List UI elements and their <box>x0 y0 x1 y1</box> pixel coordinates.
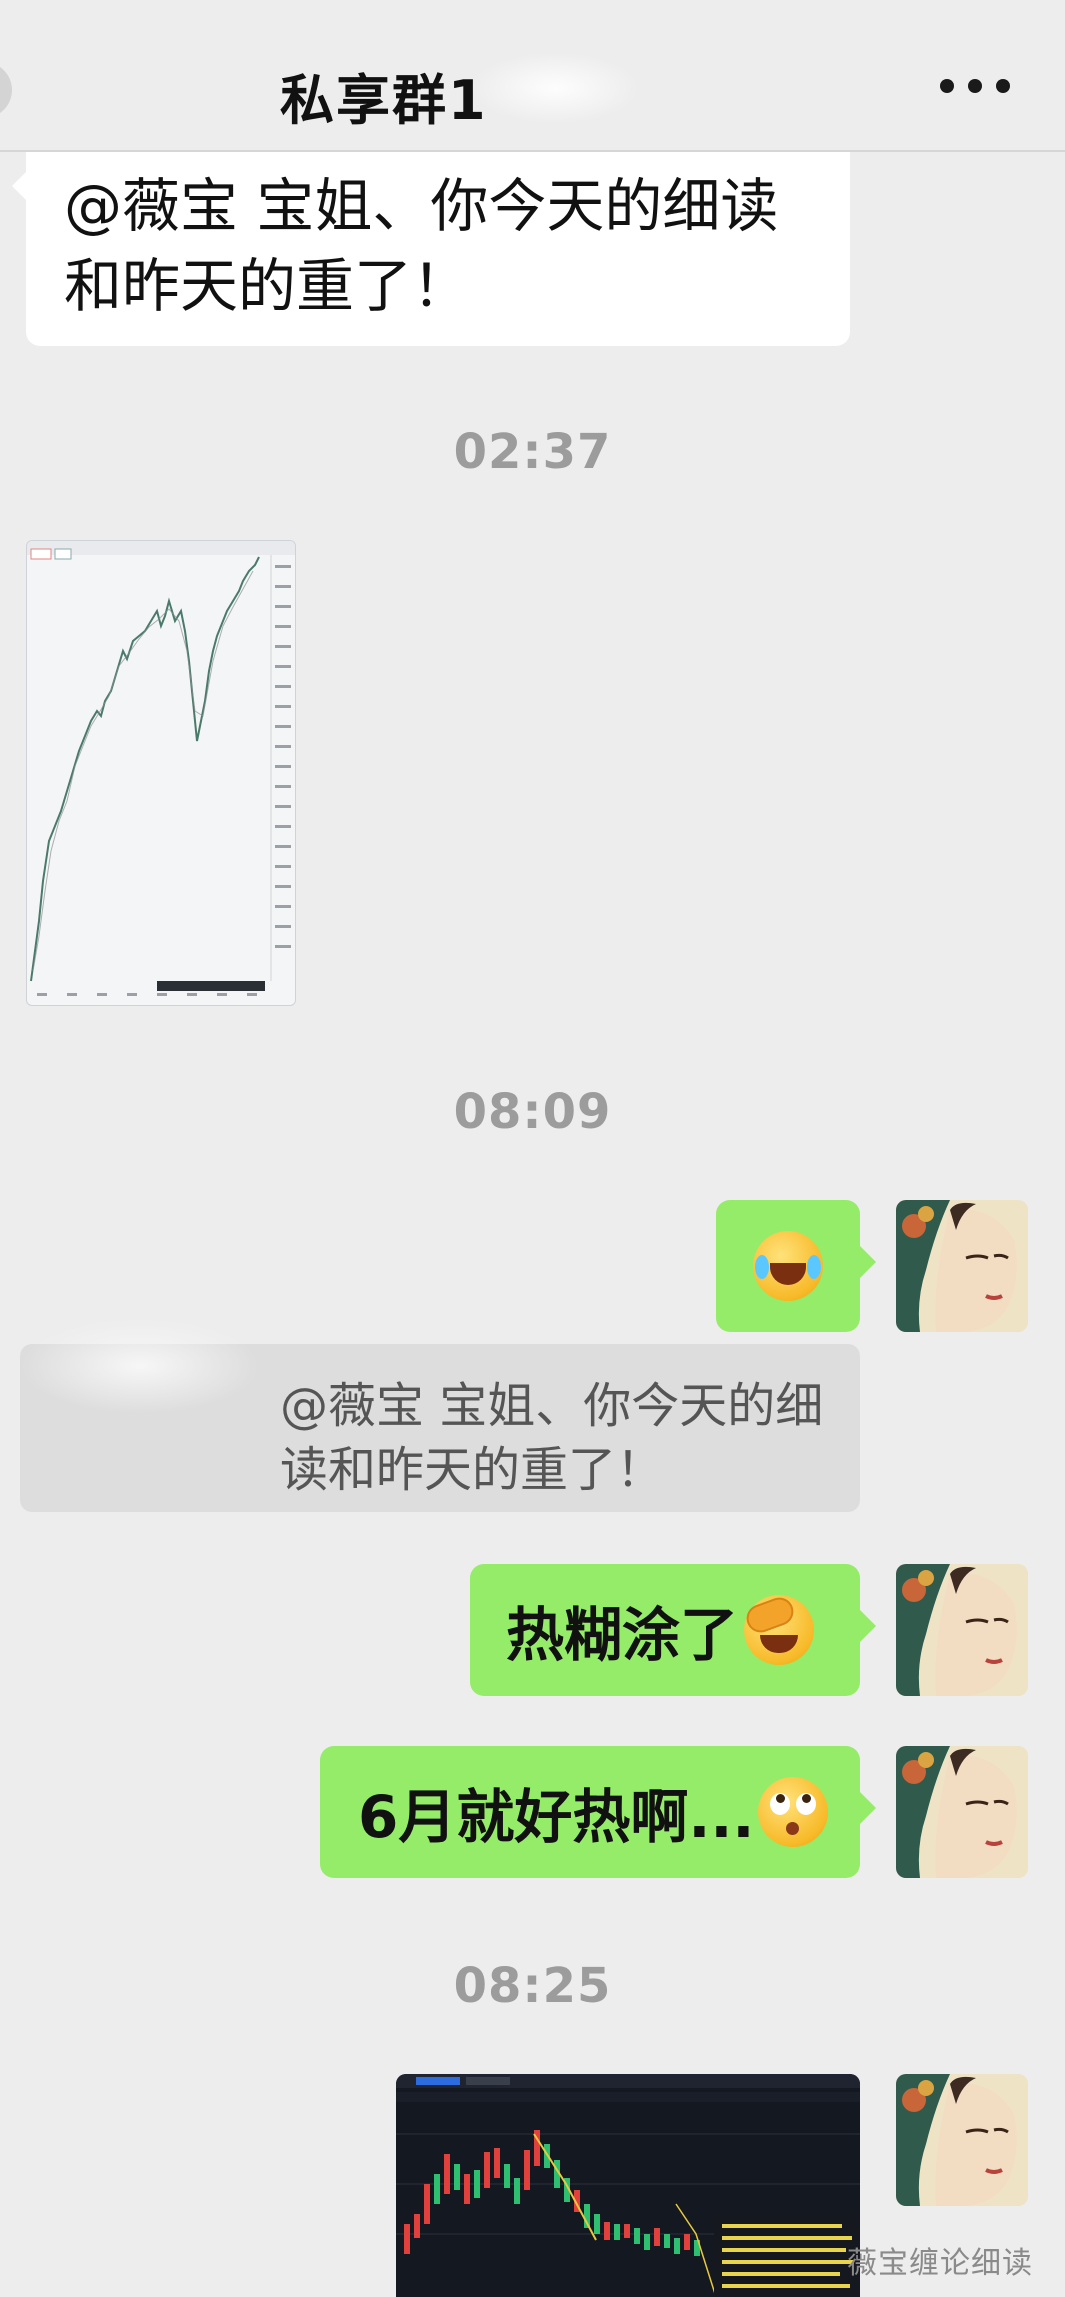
rolling-eyes-emoji-icon <box>758 1777 829 1847</box>
painted-portrait-avatar-icon <box>896 2074 1028 2206</box>
avatar[interactable] <box>896 1200 1028 1332</box>
message-bubble-incoming[interactable]: @薇宝 宝姐、你今天的细读和昨天的重了！ <box>12 152 850 346</box>
painted-portrait-avatar-icon <box>896 1564 1028 1696</box>
title-redaction <box>470 52 640 124</box>
chat-header: 私享群1 <box>0 0 1065 152</box>
watermark: 薇宝缠论细读 <box>847 2246 1033 2281</box>
quoted-message[interactable]: @薇宝 宝姐、你今天的细读和昨天的重了！ <box>20 1318 860 1512</box>
chart-image-message[interactable] <box>26 540 296 1006</box>
face-palm-emoji-icon <box>744 1595 815 1665</box>
price-chart-thumbnail <box>27 541 295 996</box>
message-bubble-outgoing[interactable]: 6月就好热啊... <box>320 1746 876 1878</box>
avatar[interactable] <box>896 1564 1028 1696</box>
avatar[interactable] <box>896 1746 1028 1878</box>
back-button[interactable] <box>0 62 12 118</box>
timestamp: 02:37 <box>453 424 612 480</box>
tears-of-joy-emoji-icon <box>753 1231 823 1301</box>
painted-portrait-avatar-icon <box>896 1200 1028 1332</box>
painted-portrait-avatar-icon <box>896 1746 1028 1878</box>
message-bubble-outgoing[interactable]: 热糊涂了 <box>470 1564 876 1696</box>
chart-image-message[interactable] <box>396 2074 860 2297</box>
message-text: 6月就好热啊... <box>358 1783 755 1851</box>
message-text: @薇宝 宝姐、你今天的细读和昨天的重了！ <box>64 172 779 320</box>
chat-title: 私享群1 <box>280 69 488 132</box>
timestamp: 08:09 <box>453 1084 612 1140</box>
message-bubble-outgoing[interactable] <box>716 1200 876 1332</box>
timestamp: 08:25 <box>453 1958 612 2014</box>
sender-redaction <box>20 1318 260 1414</box>
avatar[interactable] <box>896 2074 1028 2206</box>
message-text: 热糊涂了 <box>506 1601 739 1669</box>
candlestick-chart-thumbnail <box>396 2074 860 2297</box>
more-options-icon[interactable] <box>940 76 1010 96</box>
